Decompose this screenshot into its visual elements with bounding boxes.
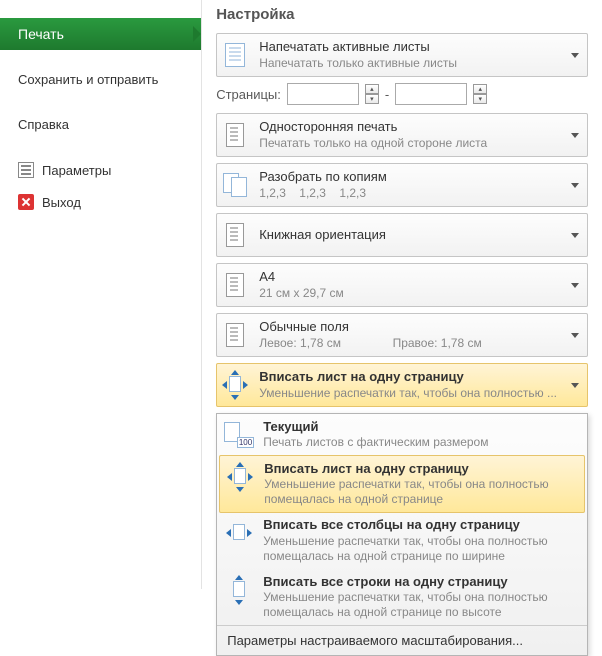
backstage-sidebar: Печать Сохранить и отправить Справка Пар…: [0, 0, 202, 589]
worksheet-icon: [225, 43, 245, 67]
pages-from-input[interactable]: [287, 83, 359, 105]
chevron-down-icon: [563, 264, 587, 306]
option-scaling[interactable]: Вписать лист на одну страницу Уменьшение…: [216, 363, 588, 407]
sidebar-item-save-send[interactable]: Сохранить и отправить: [0, 64, 201, 95]
pages-range-row: Страницы: ▴▾ - ▴▾: [216, 83, 588, 105]
option-paper-size[interactable]: A4 21 см x 29,7 см: [216, 263, 588, 307]
pages-to-spinner[interactable]: ▴▾: [473, 84, 487, 104]
chevron-down-icon: [563, 364, 587, 406]
settings-panel: Настройка Напечатать активные листы Напе…: [202, 0, 602, 589]
option-orientation[interactable]: Книжная ориентация: [216, 213, 588, 257]
scaling-option-fit-sheet[interactable]: Вписать лист на одну страницу Уменьшение…: [219, 455, 585, 513]
settings-title: Настройка: [216, 6, 588, 23]
pages-to-input[interactable]: [395, 83, 467, 105]
options-icon: [18, 162, 34, 178]
fit-page-icon: [222, 372, 248, 398]
sidebar-item-print[interactable]: Печать: [0, 18, 201, 50]
chevron-down-icon: [563, 34, 587, 76]
sidebar-item-options[interactable]: Параметры: [0, 154, 201, 186]
scaling-dropdown: Текущий Печать листов с фактическим разм…: [216, 413, 588, 656]
chevron-down-icon: [563, 164, 587, 206]
pages-label: Страницы:: [216, 87, 281, 102]
option-sides[interactable]: Односторонняя печать Печатать только на …: [216, 113, 588, 157]
scaling-option-actual[interactable]: Текущий Печать листов с фактическим разм…: [217, 414, 587, 456]
portrait-icon: [226, 223, 244, 247]
sidebar-item-help[interactable]: Справка: [0, 109, 201, 140]
margins-icon: [226, 323, 244, 347]
option-print-area[interactable]: Напечатать активные листы Напечатать тол…: [216, 33, 588, 77]
option-margins[interactable]: Обычные поля Левое: 1,78 см Правое: 1,78…: [216, 313, 588, 357]
chevron-down-icon: [563, 214, 587, 256]
chevron-down-icon: [563, 114, 587, 156]
scaling-option-fit-columns[interactable]: Вписать все столбцы на одну страницу Уме…: [217, 512, 587, 568]
sidebar-item-exit[interactable]: Выход: [0, 186, 201, 218]
fit-columns-icon: [226, 520, 252, 546]
custom-scaling-options[interactable]: Параметры настраиваемого масштабирования…: [217, 625, 587, 655]
option-collate[interactable]: Разобрать по копиям 1,2,3 1,2,3 1,2,3: [216, 163, 588, 207]
fit-rows-icon: [226, 577, 252, 603]
paper-icon: [226, 273, 244, 297]
collate-icon: [223, 173, 247, 197]
exit-icon: [18, 194, 34, 210]
pages-from-spinner[interactable]: ▴▾: [365, 84, 379, 104]
fit-page-icon: [227, 464, 253, 490]
page-icon: [226, 123, 244, 147]
chevron-down-icon: [563, 314, 587, 356]
actual-size-icon: [224, 422, 254, 448]
scaling-option-fit-rows[interactable]: Вписать все строки на одну страницу Умен…: [217, 569, 587, 625]
